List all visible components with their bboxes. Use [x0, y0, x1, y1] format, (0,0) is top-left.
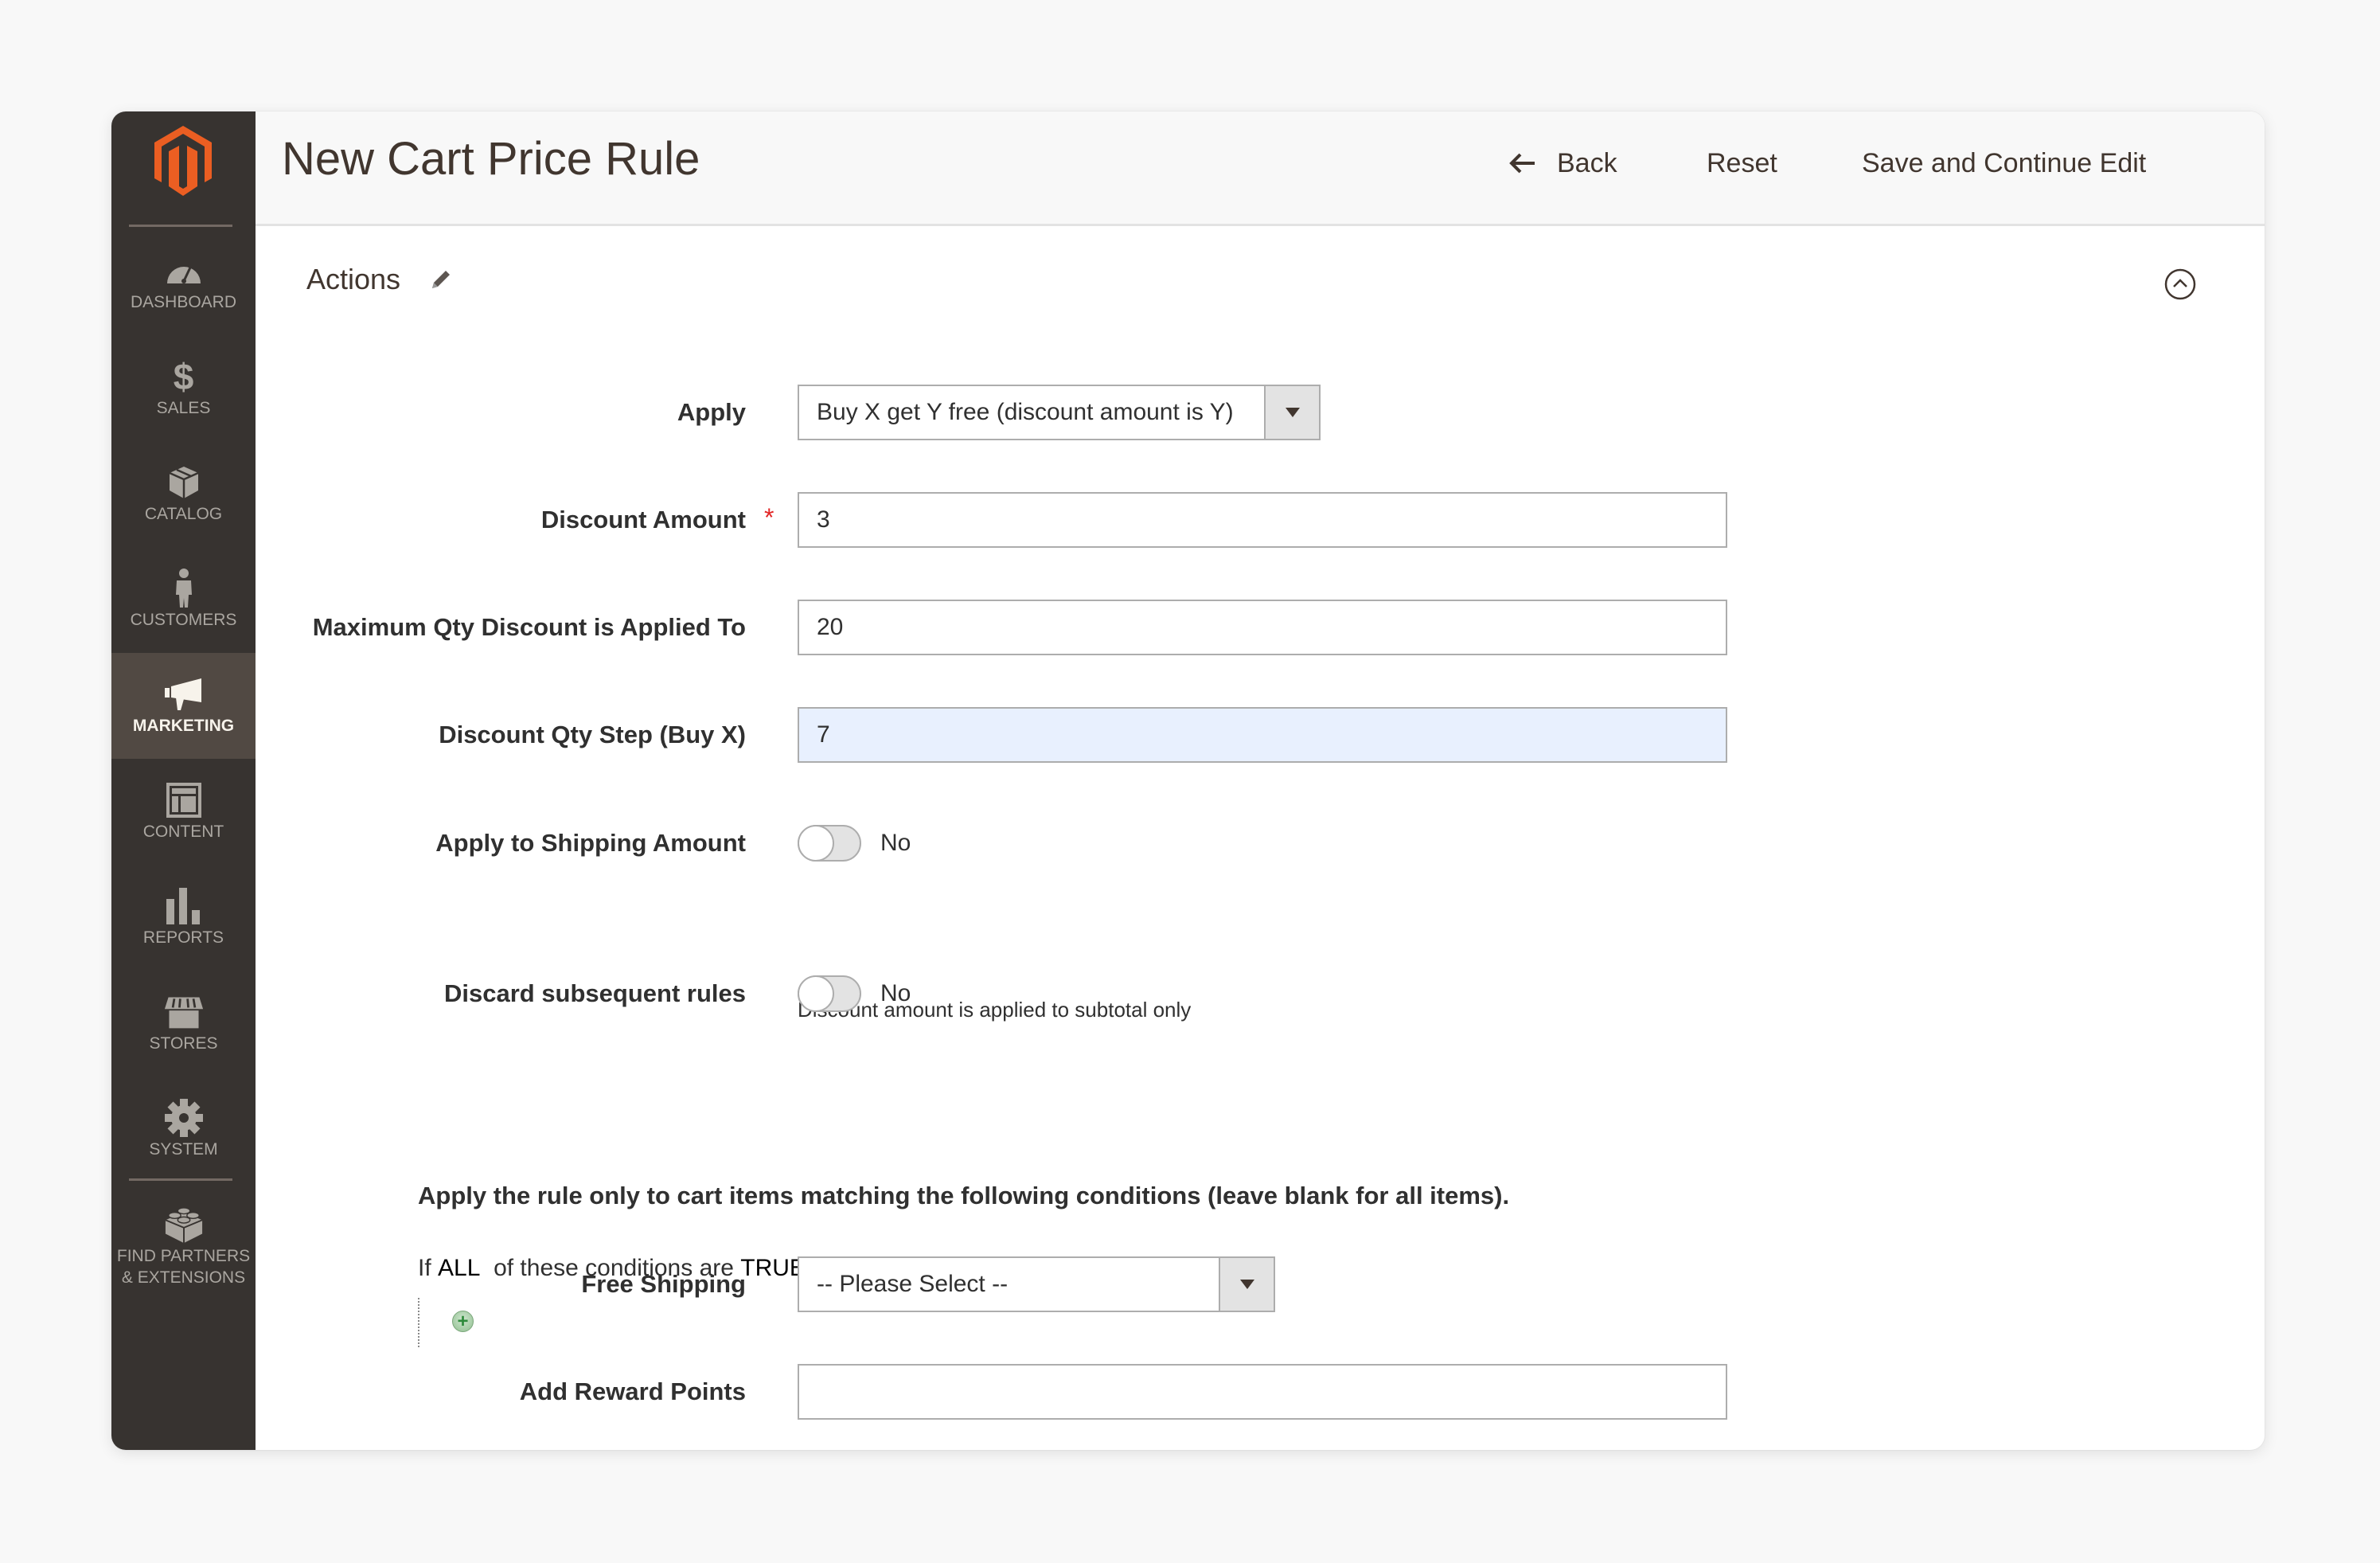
max-qty-input[interactable]: 20: [798, 600, 1727, 655]
reward-points-label: Add Reward Points: [519, 1377, 746, 1405]
admin-sidebar: Dashboard $ Sales Catalog Customers Mark…: [111, 111, 256, 1450]
arrow-left-icon: [1509, 153, 1535, 174]
qty-step-label: Discount Qty Step (Buy X): [439, 721, 746, 748]
toggle-state-label: No: [880, 830, 911, 856]
sidebar-item-label: Catalog: [144, 505, 223, 523]
field-free-shipping: Free Shipping -- Please Select --: [256, 1256, 2166, 1312]
reward-points-input[interactable]: [798, 1364, 1727, 1420]
apply-shipping-toggle[interactable]: No: [798, 815, 911, 871]
discount-amount-label: Discount Amount: [540, 506, 746, 533]
layout-icon: [164, 783, 204, 818]
sidebar-item-stores[interactable]: Stores: [111, 971, 256, 1077]
sidebar-divider: [129, 225, 232, 227]
field-discard-rules: Discard subsequent rules No: [256, 966, 2166, 1022]
sidebar-item-label: Sales: [156, 399, 211, 417]
discard-rules-label: Discard subsequent rules: [443, 979, 746, 1007]
field-apply: Apply Buy X get Y free (discount amount …: [256, 385, 2166, 440]
sidebar-item-content[interactable]: Content: [111, 759, 256, 865]
section-header-actions[interactable]: Actions: [306, 263, 453, 296]
page-header: New Cart Price Rule Back Reset Save and …: [256, 111, 2265, 226]
magento-logo-icon[interactable]: [151, 126, 215, 197]
reset-button[interactable]: Reset: [1707, 143, 1777, 183]
chevron-down-icon: [1285, 408, 1300, 417]
sidebar-item-label: Dashboard: [130, 293, 237, 311]
free-shipping-select-value: -- Please Select --: [817, 1271, 1009, 1297]
back-button-label: Back: [1557, 148, 1617, 178]
max-qty-label: Maximum Qty Discount is Applied To: [312, 613, 746, 641]
discount-amount-input[interactable]: 3: [798, 492, 1727, 548]
dropdown-arrow[interactable]: [1264, 386, 1319, 439]
apply-select[interactable]: Buy X get Y free (discount amount is Y): [798, 385, 1321, 440]
box-icon: [164, 465, 204, 500]
dashboard-gauge-icon: [164, 253, 204, 288]
field-max-qty: Maximum Qty Discount is Applied To 20: [256, 600, 2166, 655]
storefront-icon: [164, 994, 204, 1030]
sidebar-item-sales[interactable]: $ Sales: [111, 335, 256, 441]
sidebar-item-label: Reports: [142, 928, 224, 947]
sidebar-item-label: Content: [142, 823, 224, 841]
sidebar-item-customers[interactable]: Customers: [111, 547, 256, 653]
discard-rules-toggle[interactable]: No: [798, 966, 911, 1022]
toggle-switch[interactable]: [798, 975, 861, 1012]
pencil-icon[interactable]: [429, 268, 453, 291]
sidebar-item-label: Stores: [149, 1034, 218, 1053]
sidebar-item-label: Marketing: [132, 717, 235, 735]
chevron-down-icon: [1239, 1280, 1254, 1289]
toggle-knob: [798, 975, 834, 1012]
chevron-up-circle-icon[interactable]: [2163, 268, 2197, 301]
admin-window: Dashboard $ Sales Catalog Customers Mark…: [111, 111, 2265, 1450]
page-title: New Cart Price Rule: [282, 133, 700, 185]
sidebar-item-system[interactable]: System: [111, 1077, 256, 1182]
megaphone-icon: [164, 677, 204, 712]
sidebar-item-marketing[interactable]: Marketing: [111, 653, 256, 759]
field-apply-shipping: Apply to Shipping Amount No: [256, 815, 2166, 871]
sidebar-divider: [129, 1178, 232, 1181]
toggle-switch[interactable]: [798, 825, 861, 862]
save-and-continue-button[interactable]: Save and Continue Edit: [1862, 143, 2146, 183]
back-button[interactable]: Back: [1509, 143, 1617, 183]
field-reward-points: Add Reward Points: [256, 1364, 2166, 1420]
toggle-state-label: No: [880, 980, 911, 1006]
bar-chart-icon: [164, 888, 204, 924]
sidebar-item-catalog[interactable]: Catalog: [111, 441, 256, 547]
dollar-icon: $: [173, 356, 194, 397]
section-title: Actions: [306, 263, 401, 295]
sidebar-item-label: Find Partners & Extensions: [116, 1247, 251, 1287]
required-asterisk: *: [764, 503, 774, 532]
field-discount-amount: Discount Amount * 3: [256, 492, 2166, 548]
sidebar-item-dashboard[interactable]: Dashboard: [111, 229, 256, 335]
field-qty-step: Discount Qty Step (Buy X) 7: [256, 707, 2166, 763]
conditions-intro: Apply the rule only to cart items matchi…: [418, 1182, 1510, 1209]
lego-brick-icon: [164, 1207, 204, 1244]
add-condition-icon[interactable]: +: [452, 1311, 474, 1332]
free-shipping-select[interactable]: -- Please Select --: [798, 1256, 1275, 1312]
sidebar-item-reports[interactable]: Reports: [111, 865, 256, 971]
dropdown-arrow[interactable]: [1219, 1258, 1274, 1311]
sidebar-item-label: Customers: [130, 611, 237, 629]
apply-shipping-label: Apply to Shipping Amount: [435, 829, 746, 857]
toggle-knob: [798, 825, 834, 862]
gear-icon: [164, 1099, 204, 1137]
free-shipping-label: Free Shipping: [581, 1270, 746, 1298]
apply-label: Apply: [677, 398, 746, 426]
sidebar-item-find-partners[interactable]: Find Partners & Extensions: [111, 1183, 256, 1311]
sidebar-item-label: System: [149, 1140, 218, 1159]
apply-select-value: Buy X get Y free (discount amount is Y): [817, 399, 1234, 425]
person-icon: [164, 569, 204, 608]
qty-step-input[interactable]: 7: [798, 707, 1727, 763]
